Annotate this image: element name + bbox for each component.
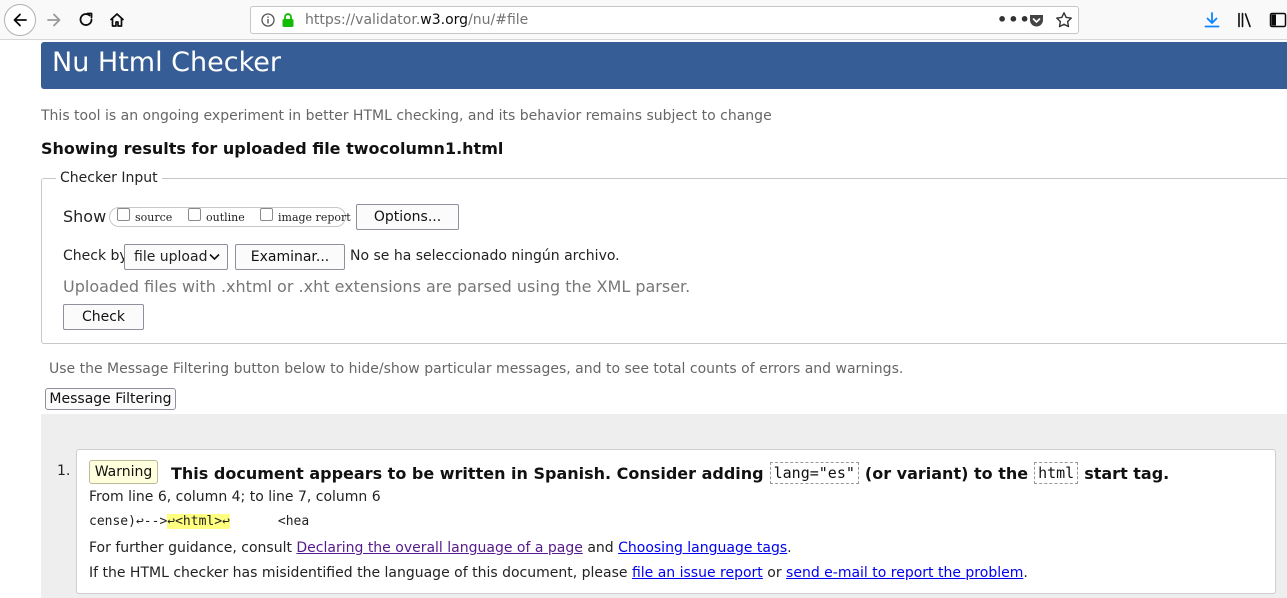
sidebar-icon[interactable] bbox=[1269, 11, 1287, 29]
misidentified-language-line: If the HTML checker has misidentified th… bbox=[89, 565, 1028, 581]
misid-end: . bbox=[1023, 565, 1028, 581]
check-by-select[interactable]: file upload bbox=[124, 244, 228, 270]
forward-button[interactable] bbox=[39, 5, 69, 35]
xml-parser-note: Uploaded files with .xhtml or .xht exten… bbox=[63, 277, 691, 296]
message-code-html: html bbox=[1034, 462, 1079, 484]
home-icon bbox=[109, 13, 125, 27]
url-text[interactable]: https://validator.w3.org/nu/#file bbox=[305, 12, 528, 28]
send-email-report-link[interactable]: send e-mail to report the problem bbox=[786, 565, 1023, 581]
bookmark-star-icon[interactable] bbox=[1055, 11, 1073, 29]
tool-tagline: This tool is an ongoing experiment in be… bbox=[41, 108, 772, 124]
message-text-part-3: start tag. bbox=[1084, 463, 1170, 483]
results-heading-prefix: Showing results for uploaded file bbox=[41, 139, 341, 158]
message-number: 1. bbox=[57, 463, 71, 479]
file-issue-report-link[interactable]: file an issue report bbox=[632, 565, 763, 581]
image-report-checkbox-label[interactable]: image report bbox=[278, 211, 351, 224]
reload-icon bbox=[79, 12, 93, 26]
choosing-language-tags-link[interactable]: Choosing language tags bbox=[618, 540, 787, 556]
message-filtering-note: Use the Message Filtering button below t… bbox=[49, 361, 904, 377]
page-actions-icon[interactable]: ••• bbox=[997, 10, 1031, 29]
message-title: This document appears to be written in S… bbox=[171, 460, 1169, 486]
back-button[interactable] bbox=[4, 4, 36, 36]
check-button[interactable]: Check bbox=[63, 304, 144, 330]
show-options-group: source outline image report bbox=[109, 207, 351, 227]
message-code-lang: lang="es" bbox=[769, 462, 859, 484]
info-icon[interactable] bbox=[261, 13, 275, 27]
outline-checkbox-label[interactable]: outline bbox=[206, 211, 245, 224]
check-by-label: Check by bbox=[63, 248, 128, 264]
source-checkbox-label[interactable]: source bbox=[135, 211, 172, 224]
back-icon bbox=[13, 13, 27, 27]
pocket-icon[interactable] bbox=[1028, 12, 1045, 29]
misid-prefix: If the HTML checker has misidentified th… bbox=[89, 565, 628, 581]
checker-input-legend: Checker Input bbox=[60, 170, 158, 186]
url-bar[interactable]: https://validator.w3.org/nu/#file ••• bbox=[250, 6, 1079, 34]
show-label: Show bbox=[63, 207, 107, 226]
outline-checkbox[interactable] bbox=[188, 208, 201, 221]
results-file-name: twocolumn1.html bbox=[346, 139, 504, 158]
message-filtering-button[interactable]: Message Filtering bbox=[45, 388, 176, 410]
message-text-part-1: This document appears to be written in S… bbox=[171, 463, 764, 483]
page-header-banner: Nu Html Checker bbox=[41, 42, 1287, 89]
guidance-prefix: For further guidance, consult bbox=[89, 540, 292, 556]
guidance-and: and bbox=[587, 540, 614, 556]
check-by-selected-value: file upload bbox=[134, 249, 208, 265]
warning-badge: Warning bbox=[89, 460, 158, 484]
library-icon[interactable] bbox=[1236, 11, 1254, 29]
reload-button[interactable] bbox=[71, 5, 101, 35]
no-file-selected-text: No se ha seleccionado ningún archivo. bbox=[350, 248, 620, 264]
browse-file-button[interactable]: Examinar... bbox=[235, 244, 345, 270]
guidance-line: For further guidance, consult Declaring … bbox=[89, 540, 792, 556]
misid-or: or bbox=[767, 565, 782, 581]
results-heading: Showing results for uploaded file twocol… bbox=[41, 139, 503, 158]
home-button[interactable] bbox=[102, 5, 132, 35]
source-extract: cense)↩-->↩<html>↩ <hea bbox=[89, 514, 309, 529]
source-checkbox[interactable] bbox=[117, 208, 130, 221]
declaring-language-link[interactable]: Declaring the overall language of a page bbox=[296, 540, 582, 556]
forward-icon bbox=[47, 13, 61, 27]
page-title: Nu Html Checker bbox=[52, 47, 281, 78]
message-text-part-2: (or variant) to the bbox=[864, 463, 1029, 483]
image-report-checkbox[interactable] bbox=[260, 208, 273, 221]
browser-toolbar: https://validator.w3.org/nu/#file ••• bbox=[0, 0, 1287, 40]
message-location: From line 6, column 4; to line 7, column… bbox=[89, 489, 381, 505]
lock-icon bbox=[282, 13, 294, 27]
extract-highlight: ↩<html>↩ bbox=[167, 514, 230, 529]
chevron-down-icon bbox=[209, 253, 220, 261]
options-button[interactable]: Options... bbox=[356, 204, 459, 230]
extract-before: cense)↩--> bbox=[89, 514, 168, 529]
extract-after: <hea bbox=[277, 514, 310, 529]
downloads-icon[interactable] bbox=[1203, 11, 1221, 29]
guidance-end: . bbox=[787, 540, 792, 556]
